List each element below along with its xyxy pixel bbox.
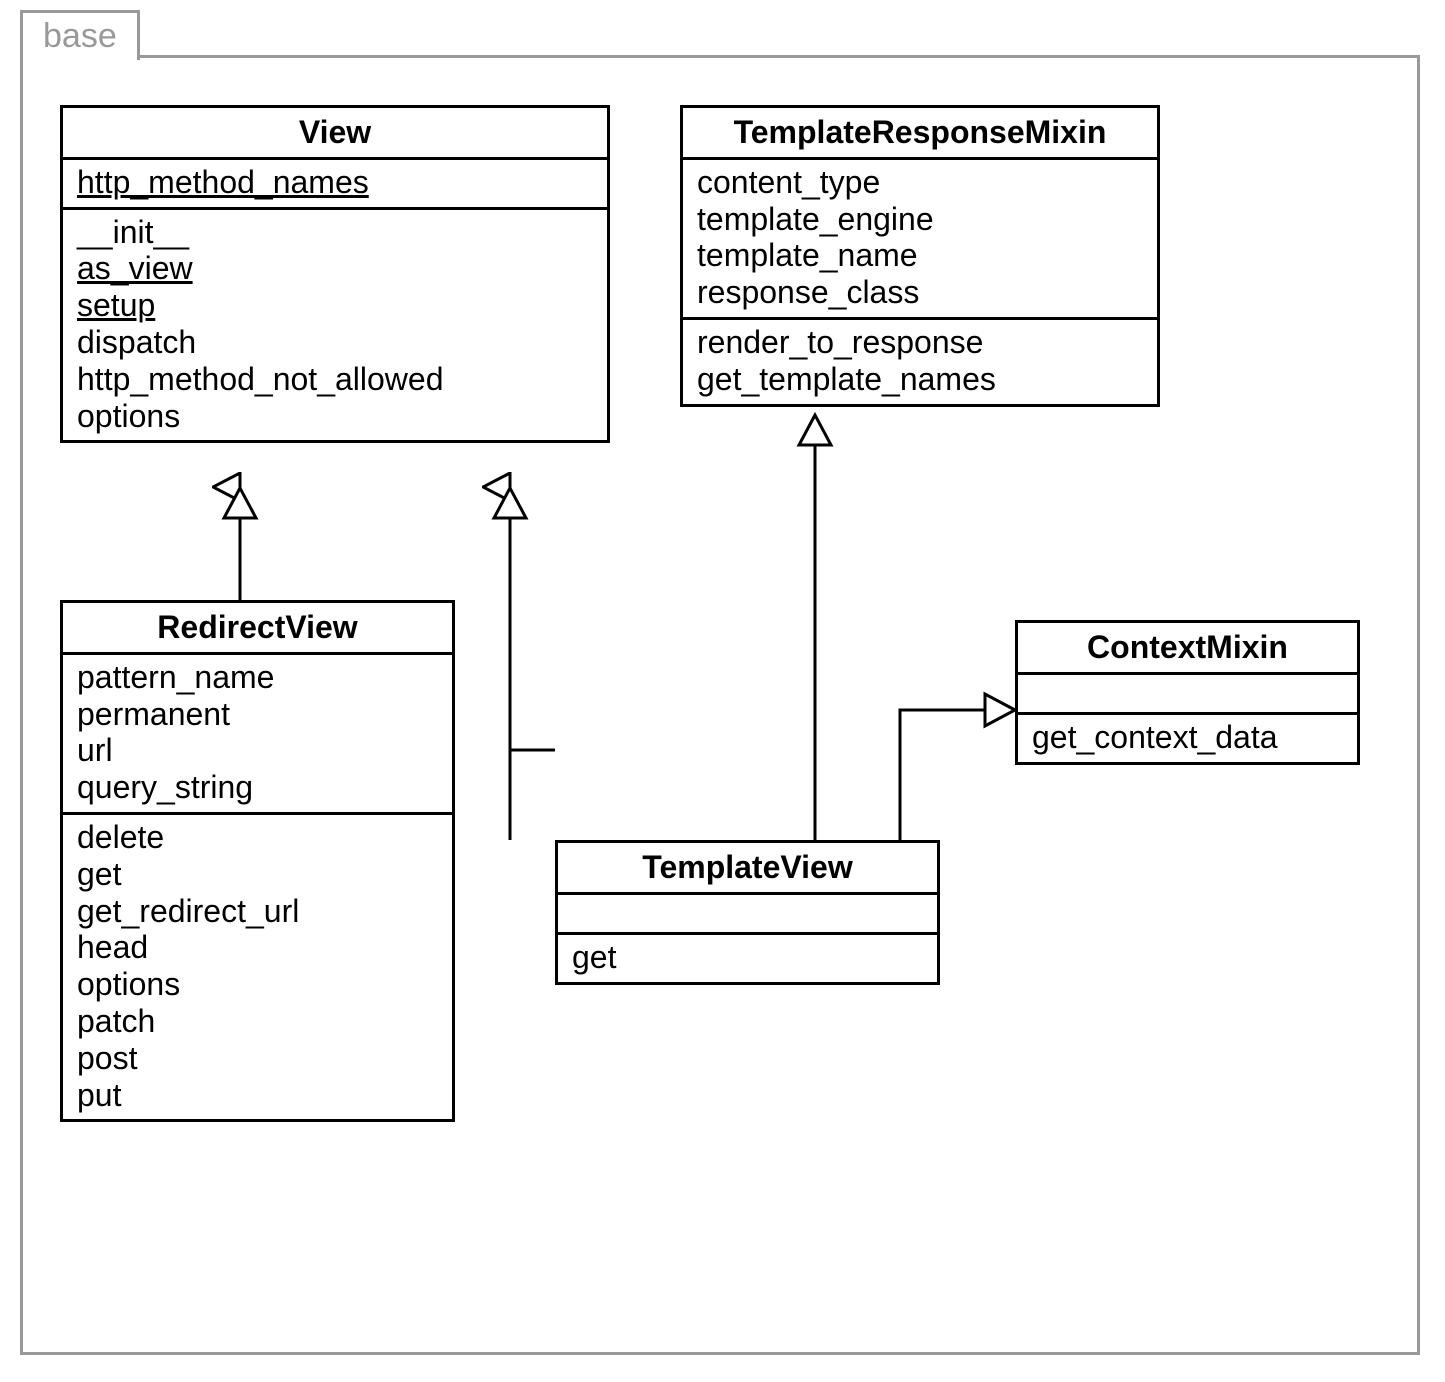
class-member: get_context_data [1032,719,1343,756]
class-member: render_to_response [697,324,1143,361]
class-member: permanent [77,696,438,733]
class-member: template_engine [697,201,1143,238]
class-member: put [77,1077,438,1114]
class-member: pattern_name [77,659,438,696]
class-member: http_method_names [77,164,593,201]
class-member: response_class [697,274,1143,311]
methods-section: get_context_data [1018,715,1357,762]
class-member: http_method_not_allowed [77,361,593,398]
attributes-section [1018,675,1357,715]
class-title: View [63,108,607,160]
class-member: get [77,856,438,893]
class-title: TemplateResponseMixin [683,108,1157,160]
class-template-response-mixin: TemplateResponseMixin content_typetempla… [680,105,1160,407]
class-member: url [77,732,438,769]
class-member: dispatch [77,324,593,361]
class-redirect-view: RedirectView pattern_namepermanenturlque… [60,600,455,1122]
class-member: content_type [697,164,1143,201]
class-title: TemplateView [558,843,937,895]
class-member: get_redirect_url [77,893,438,930]
package-tab: base [20,10,140,60]
class-member: get_template_names [697,361,1143,398]
class-view: View http_method_names __init__as_viewse… [60,105,610,443]
class-member: __init__ [77,214,593,251]
class-member: post [77,1040,438,1077]
class-context-mixin: ContextMixin get_context_data [1015,620,1360,765]
class-member: setup [77,287,593,324]
package-name: base [43,17,117,55]
class-template-view: TemplateView get [555,840,940,985]
class-member: query_string [77,769,438,806]
attributes-section [558,895,937,935]
methods-section: __init__as_viewsetupdispatchhttp_method_… [63,210,607,441]
class-member: options [77,966,438,1003]
class-member: patch [77,1003,438,1040]
class-member: delete [77,819,438,856]
methods-section: render_to_responseget_template_names [683,320,1157,404]
methods-section: deletegetget_redirect_urlheadoptionspatc… [63,815,452,1119]
class-member: options [77,398,593,435]
class-member: get [572,939,923,976]
class-member: head [77,929,438,966]
class-title: RedirectView [63,603,452,655]
methods-section: get [558,935,937,982]
attributes-section: http_method_names [63,160,607,210]
attributes-section: pattern_namepermanenturlquery_string [63,655,452,815]
class-member: template_name [697,237,1143,274]
uml-diagram: base View http_method_names __init__as_v… [0,0,1445,1382]
attributes-section: content_typetemplate_enginetemplate_name… [683,160,1157,320]
class-member: as_view [77,250,593,287]
class-title: ContextMixin [1018,623,1357,675]
